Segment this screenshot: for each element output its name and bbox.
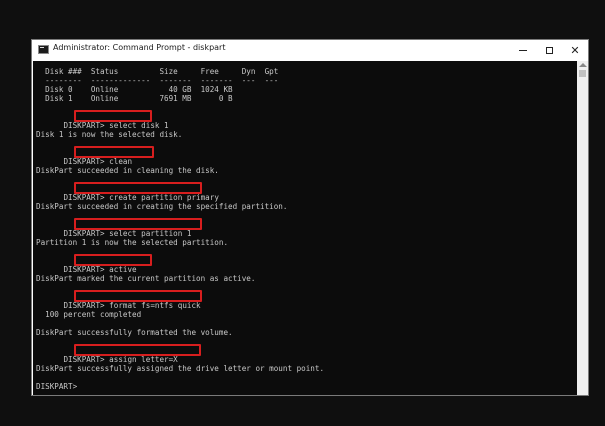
disk-table-row: Disk 1 Online 7691 MB 0 B (36, 94, 233, 103)
prompt: DISKPART> (63, 193, 105, 202)
prompt: DISKPART> (63, 157, 105, 166)
progress-line: 100 percent completed (36, 310, 142, 319)
command-text: select partition 1 (109, 229, 192, 238)
prompt: DISKPART> (63, 229, 105, 238)
response-line: DiskPart marked the current partition as… (36, 274, 256, 283)
current-prompt[interactable]: DISKPART> (36, 382, 77, 391)
command-text: clean (109, 157, 133, 166)
cmd-icon (38, 45, 49, 54)
prompt: DISKPART> (63, 121, 105, 130)
prompt: DISKPART> (63, 301, 105, 310)
vertical-scrollbar[interactable] (577, 61, 588, 395)
scroll-up-arrow-icon[interactable] (578, 63, 587, 67)
window-title: Administrator: Command Prompt - diskpart (53, 43, 226, 52)
prompt: DISKPART> (63, 355, 105, 364)
command-text: active (109, 265, 137, 274)
command-prompt-window: Administrator: Command Prompt - diskpart… (31, 39, 589, 396)
prompt: DISKPART> (63, 265, 105, 274)
command-highlight-box (74, 290, 202, 302)
disk-table-header: Disk ### Status Size Free Dyn Gpt (36, 67, 279, 76)
response-line: DiskPart succeeded in cleaning the disk. (36, 166, 219, 175)
minimize-icon (519, 49, 527, 51)
close-icon: ✕ (570, 43, 580, 57)
maximize-button[interactable] (536, 40, 562, 60)
maximize-icon (545, 46, 553, 54)
command-highlight-box (74, 254, 152, 266)
minimize-button[interactable] (510, 40, 536, 60)
command-highlight-box (74, 110, 152, 122)
response-line: Partition 1 is now the selected partitio… (36, 238, 229, 247)
response-line: DiskPart successfully assigned the drive… (36, 364, 325, 373)
command-highlight-box (74, 146, 154, 158)
response-line: DiskPart succeeded in creating the speci… (36, 202, 288, 211)
disk-table-separator: -------- ------------- ------- ------- -… (36, 76, 279, 85)
command-highlight-box (74, 218, 202, 230)
response-line: Disk 1 is now the selected disk. (36, 130, 183, 139)
disk-table-row: Disk 0 Online 40 GB 1024 KB (36, 85, 233, 94)
command-text: select disk 1 (109, 121, 169, 130)
command-text: assign letter=X (109, 355, 178, 364)
close-button[interactable]: ✕ (562, 40, 588, 60)
command-highlight-box (74, 344, 201, 356)
console-output[interactable]: Disk ### Status Size Free Dyn Gpt ------… (33, 61, 577, 395)
command-text: create partition primary (109, 193, 219, 202)
command-highlight-box (74, 182, 202, 194)
response-line: DiskPart successfully formatted the volu… (36, 328, 233, 337)
scroll-thumb[interactable] (579, 70, 586, 77)
command-text: format fs=ntfs quick (109, 301, 201, 310)
title-bar[interactable]: Administrator: Command Prompt - diskpart… (32, 40, 588, 60)
